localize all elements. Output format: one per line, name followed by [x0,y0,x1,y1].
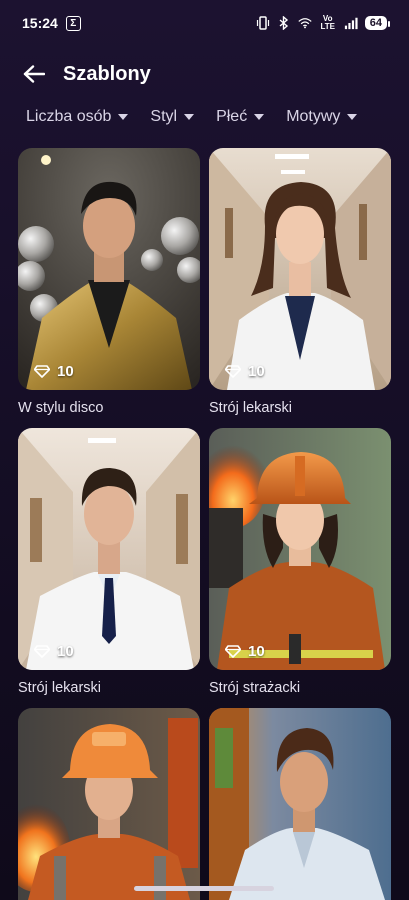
volte-icon: Vo LTE [320,14,335,31]
template-title: Strój strażacki [209,680,301,696]
app-header: Szablony [0,50,409,98]
template-thumbnail: 10 [18,148,200,390]
filter-bar: Liczba osób Styl Płeć Motywy [26,108,358,126]
medical-woman-portrait-image [209,148,391,390]
painted-portrait-image [209,708,391,900]
template-title: W stylu disco [18,400,104,416]
template-title: Strój lekarski [18,680,101,696]
medical-man-portrait-image [18,428,200,670]
filter-people-count[interactable]: Liczba osób [26,108,129,126]
cost-value: 10 [248,643,265,660]
arrow-left-icon [23,65,45,83]
template-title: Strój lekarski [209,400,292,416]
sigma-icon: Σ [65,15,81,31]
caret-down-icon [184,114,195,120]
diamond-icon [34,645,50,658]
caret-down-icon [118,114,129,120]
status-time: 15:24 [22,15,58,31]
template-card-firefighter-man[interactable] [18,708,200,900]
caret-down-icon [347,114,358,120]
filter-gender[interactable]: Płeć [216,108,265,126]
cost-value: 10 [57,363,74,380]
battery-indicator: 64 [364,16,391,30]
firefighter-woman-portrait-image [209,428,391,670]
template-thumbnail [18,708,200,900]
signal-icon [344,16,358,30]
page-title: Szablony [63,62,151,85]
diamond-icon [34,365,50,378]
disco-portrait-image [18,148,200,390]
cost-value: 10 [57,643,74,660]
caret-down-icon [254,114,265,120]
bluetooth-icon [277,16,291,30]
cost-badge: 10 [225,643,265,660]
cost-badge: 10 [34,643,74,660]
filter-themes[interactable]: Motywy [286,108,358,126]
template-card-firefighter-woman[interactable]: 10 Strój strażacki [209,428,391,696]
template-thumbnail: 10 [209,428,391,670]
diamond-icon [225,365,241,378]
filter-label: Styl [150,108,178,125]
template-thumbnail: 10 [18,428,200,670]
firefighter-man-portrait-image [18,708,200,900]
vibrate-icon [256,16,270,30]
cost-badge: 10 [34,363,74,380]
template-card-painting[interactable] [209,708,391,900]
filter-label: Płeć [216,108,248,125]
home-indicator[interactable] [134,886,274,891]
template-card-medical-man[interactable]: 10 Strój lekarski [18,428,200,696]
wifi-icon [298,16,312,30]
template-card-disco[interactable]: 10 W stylu disco [18,148,200,416]
filter-style[interactable]: Styl [150,108,195,126]
template-card-medical-woman[interactable]: 10 Strój lekarski [209,148,391,416]
cost-badge: 10 [225,363,265,380]
filter-label: Motywy [286,108,341,125]
back-button[interactable] [14,54,54,94]
status-bar: 15:24 Σ Vo LTE 64 [0,0,409,46]
template-thumbnail: 10 [209,148,391,390]
diamond-icon [225,645,241,658]
cost-value: 10 [248,363,265,380]
template-thumbnail [209,708,391,900]
filter-label: Liczba osób [26,108,112,125]
status-icons: Vo LTE 64 [256,14,391,31]
